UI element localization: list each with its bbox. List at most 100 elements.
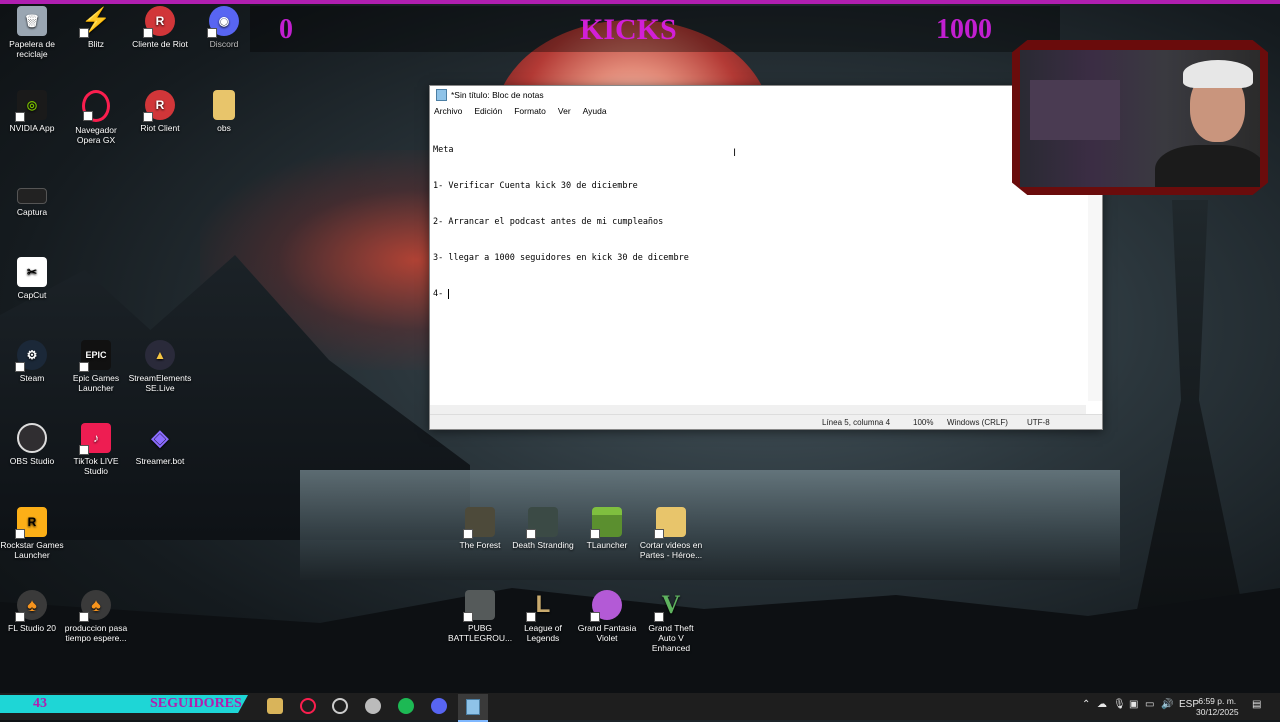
cloud-icon[interactable]: ☁	[1097, 699, 1107, 710]
desktop-icon-label: FL Studio 20	[8, 623, 56, 633]
overlay-right-value: 1000	[936, 14, 992, 45]
desktop-icon-label: NVIDIA App	[9, 123, 55, 133]
desktop-icon-capcut[interactable]: ✂ CapCut	[0, 257, 64, 300]
recycle-bin-icon: 🗑	[17, 6, 47, 36]
notepad-window[interactable]: *Sin título: Bloc de notas Archivo Edici…	[429, 85, 1103, 430]
discord-icon: ◉	[207, 6, 239, 38]
desktop-icon-streamelements[interactable]: ▲ StreamElements SE.Live	[128, 340, 192, 393]
epic-icon: EPIC	[79, 340, 111, 372]
desktop-icon-epic-games[interactable]: EPIC Epic Games Launcher	[64, 340, 128, 393]
opera-gx-taskbar-icon[interactable]	[300, 698, 316, 714]
desktop-icon-label: Blitz	[87, 39, 105, 49]
mouse-cursor-icon: I	[733, 147, 737, 159]
fl-studio-icon: ♠	[15, 590, 47, 622]
desktop-icon-streamerbot[interactable]: ◈ Streamer.bot	[128, 423, 192, 467]
desktop-icon-steam[interactable]: ⚙ Steam	[0, 340, 64, 383]
status-encoding: UTF-8	[1027, 418, 1050, 427]
capture-icon	[17, 188, 47, 204]
text-caret	[448, 288, 450, 299]
system-clock[interactable]: 6:59 p. m. 30/12/2025	[1196, 696, 1239, 718]
desktop-icon-label: The Forest	[459, 540, 501, 550]
menu-formato[interactable]: Formato	[514, 106, 546, 116]
desktop-icon-tiktok-live[interactable]: ♪ TikTok LIVE Studio	[64, 423, 128, 476]
desktop-icon-obs-folder[interactable]: obs	[192, 90, 256, 133]
desktop-icon-discord[interactable]: ◉ Discord	[192, 6, 256, 49]
menu-ayuda[interactable]: Ayuda	[583, 106, 607, 116]
desktop-icon-label: StreamElements SE.Live	[128, 373, 192, 393]
desktop-icon-recycle-bin[interactable]: 🗑 Papelera de reciclaje	[0, 6, 64, 59]
blitz-icon: ⚡	[79, 6, 111, 38]
obs-taskbar-icon[interactable]	[332, 698, 348, 714]
desktop-icon-label: CapCut	[17, 290, 47, 300]
network-icon[interactable]: ▭	[1145, 699, 1154, 710]
desktop-icon-cortar-videos[interactable]: Cortar videos en Partes - Héroe...	[639, 507, 703, 560]
notepad-text-area[interactable]: Meta 1- Verificar Cuenta kick 30 de dici…	[433, 120, 1073, 324]
text-line-current: 4-	[433, 288, 1073, 300]
desktop-icon-produccion[interactable]: ♠ produccion pasa tiempo espere...	[64, 590, 128, 643]
menu-edicion[interactable]: Edición	[474, 106, 502, 116]
league-icon: L	[526, 590, 558, 622]
desktop-icon-label: Death Stranding	[512, 540, 574, 550]
desktop-icon-label: Navegador Opera GX	[75, 125, 117, 145]
volume-icon[interactable]: 🔊	[1161, 699, 1173, 710]
desktop-icon-death-stranding[interactable]: Death Stranding	[511, 507, 575, 550]
status-position: Línea 5, columna 4	[822, 418, 891, 427]
fl-studio-icon: ♠	[79, 590, 111, 622]
desktop-icon-label: Discord	[209, 39, 239, 49]
tray-overflow-chevron-icon[interactable]: ⌃	[1082, 699, 1090, 710]
webcam-background	[1030, 80, 1120, 140]
folder-icon	[213, 90, 235, 120]
desktop-icon-label: Cortar videos en Partes - Héroe...	[639, 540, 703, 560]
desktop-icon-fl-studio[interactable]: ♠ FL Studio 20	[0, 590, 64, 633]
notification-icon[interactable]: ▤	[1252, 699, 1261, 710]
clock-date: 30/12/2025	[1196, 707, 1239, 717]
notepad-titlebar[interactable]: *Sin título: Bloc de notas	[430, 86, 1102, 104]
desktop-icon-obs-studio[interactable]: OBS Studio	[0, 423, 64, 466]
desktop-icon-the-forest[interactable]: The Forest	[448, 507, 512, 550]
desktop-icon-cliente-de-riot[interactable]: R Cliente de Riot	[128, 6, 192, 49]
notepad-taskbar-button[interactable]	[458, 694, 488, 722]
spotify-icon[interactable]	[398, 698, 414, 714]
desktop-icon-label: PUBG BATTLEGROU...	[448, 623, 513, 643]
desktop-icon-label: Steam	[19, 373, 45, 383]
desktop-icon-league[interactable]: L League of Legends	[511, 590, 575, 644]
text-line: Meta	[433, 145, 454, 155]
desktop-icon-grand-fantasia[interactable]: Grand Fantasia Violet	[575, 590, 639, 643]
app-tray-icon[interactable]: ▣	[1129, 699, 1138, 710]
desktop-icon-gta-v[interactable]: V Grand Theft Auto V Enhanced	[639, 590, 703, 654]
desktop-icon-label: Grand Theft Auto V Enhanced	[648, 623, 694, 653]
text-line: 3- llegar a 1000 seguidores en kick 30 d…	[433, 253, 689, 263]
status-line-ending: Windows (CRLF)	[947, 418, 1008, 427]
app-taskbar-icon[interactable]	[365, 698, 381, 714]
desktop-icon-label: TLauncher	[586, 540, 628, 550]
desktop-icon-label: Riot Client	[140, 123, 180, 133]
gta-icon: V	[654, 590, 686, 622]
desktop-icon-opera-gx[interactable]: Navegador Opera GX	[64, 90, 128, 145]
streamelements-icon: ▲	[145, 340, 175, 370]
text-line: 2- Arrancar el podcast antes de mi cumpl…	[433, 217, 664, 227]
notepad-statusbar: Línea 5, columna 4 100% Windows (CRLF) U…	[430, 414, 1102, 429]
webcam-feed	[1020, 50, 1260, 187]
desktop-icon-tlauncher[interactable]: TLauncher	[575, 507, 639, 550]
menu-archivo[interactable]: Archivo	[434, 106, 462, 116]
desktop-icon-label: TikTok LIVE Studio	[73, 456, 119, 476]
notepad-icon	[436, 89, 447, 101]
minecraft-icon	[590, 507, 622, 539]
desktop-icon-pubg[interactable]: PUBG BATTLEGROU...	[448, 590, 512, 643]
desktop-icon-label: Streamer.bot	[135, 456, 185, 466]
desktop-icon-label: League of Legends	[524, 623, 562, 643]
file-explorer-icon[interactable]	[267, 698, 283, 714]
menu-ver[interactable]: Ver	[558, 106, 571, 116]
desktop-icon-riot-client[interactable]: R Riot Client	[128, 90, 192, 133]
streamerbot-icon: ◈	[151, 425, 169, 450]
followers-count: 43	[33, 696, 47, 711]
desktop-icon-blitz[interactable]: ⚡ Blitz	[64, 6, 128, 49]
microphone-icon[interactable]: 🎙	[1113, 699, 1126, 710]
desktop-icon-captura[interactable]: Captura	[0, 184, 64, 217]
desktop-icon-rockstar[interactable]: R Rockstar Games Launcher	[0, 507, 64, 560]
notepad-menubar: Archivo Edición Formato Ver Ayuda	[430, 104, 1102, 118]
notepad-taskbar-icon	[466, 699, 480, 715]
capcut-icon: ✂	[17, 257, 47, 287]
discord-taskbar-icon[interactable]	[431, 698, 447, 714]
desktop-icon-nvidia[interactable]: ◎ NVIDIA App	[0, 90, 64, 133]
